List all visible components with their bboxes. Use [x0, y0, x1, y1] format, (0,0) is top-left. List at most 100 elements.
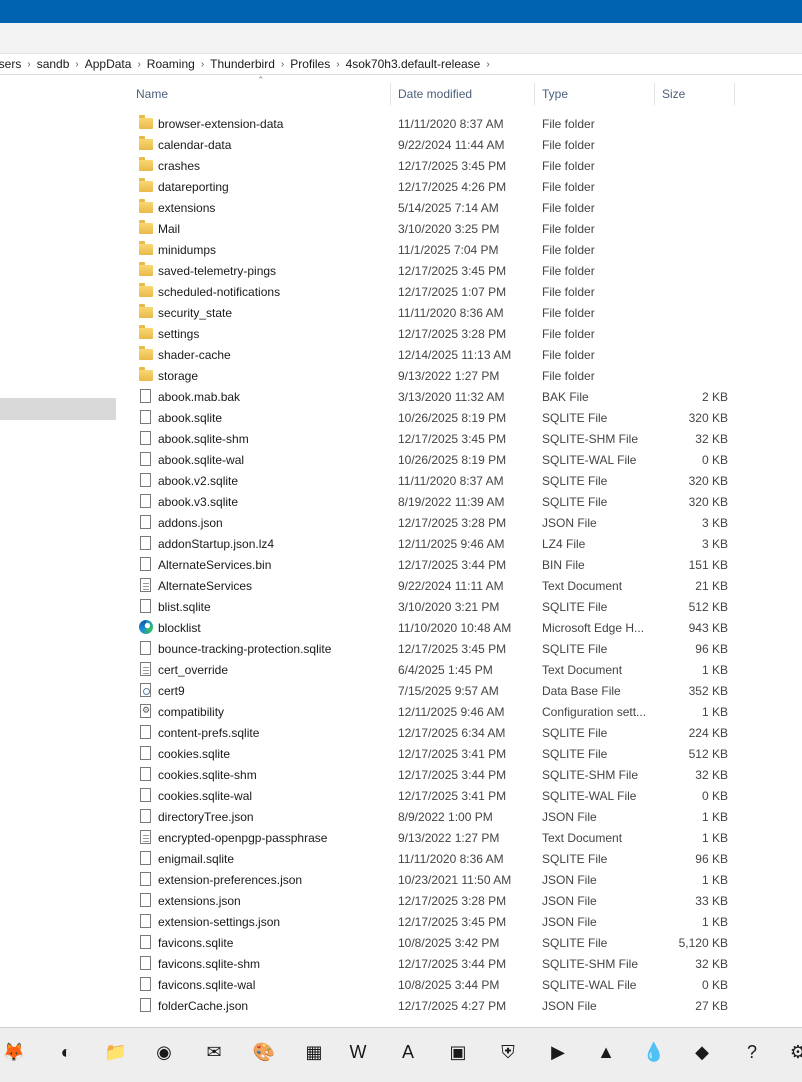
file-row[interactable]: abook.sqlite-wal 10/26/2025 8:19 PM SQLITE…	[116, 449, 802, 470]
file-row[interactable]: abook.sqlite 10/26/2025 8:19 PM SQLITE Fil…	[116, 407, 802, 428]
file-icon	[140, 998, 151, 1012]
paint-icon[interactable]: 🎨	[252, 1040, 276, 1064]
calculator-icon[interactable]: ▦	[302, 1040, 326, 1064]
file-row[interactable]: saved-telemetry-pings 12/17/2025 3:45 PM F…	[116, 260, 802, 281]
file-name: browser-extension-data	[158, 117, 284, 131]
file-icon	[140, 641, 151, 655]
file-row[interactable]: addonStartup.json.lz4 12/11/2025 9:46 AM L…	[116, 533, 802, 554]
column-date-modified[interactable]: Date modified	[398, 87, 472, 101]
address-bar[interactable]: Users›sandb›AppData›Roaming›Thunderbird›…	[0, 54, 802, 75]
file-row[interactable]: extensions.json 12/17/2025 3:28 PM JSON Fi…	[116, 890, 802, 911]
vlc-icon[interactable]: ▲	[594, 1040, 618, 1064]
breadcrumb-item[interactable]: Users	[0, 57, 25, 71]
file-row[interactable]: blocklist 11/10/2020 10:48 AM Microsoft Ed…	[116, 617, 802, 638]
file-row[interactable]: abook.sqlite-shm 12/17/2025 3:45 PM SQLITE…	[116, 428, 802, 449]
navigation-pane[interactable]	[0, 75, 116, 1015]
breadcrumb-chevron-icon[interactable]: ›	[279, 59, 286, 70]
breadcrumb-chevron-icon[interactable]: ›	[334, 59, 341, 70]
file-row[interactable]: shader-cache 12/14/2025 11:13 AM File fold…	[116, 344, 802, 365]
word-icon[interactable]: W	[346, 1040, 370, 1064]
file-row[interactable]: extensions 5/14/2025 7:14 AM File folder	[116, 197, 802, 218]
file-row[interactable]: abook.v2.sqlite 11/11/2020 8:37 AM SQLITE …	[116, 470, 802, 491]
certificate-icon	[140, 683, 151, 697]
thunderbird-icon[interactable]: ✉	[202, 1040, 226, 1064]
edge-icon[interactable]: ◐	[54, 1040, 78, 1064]
column-divider[interactable]	[654, 83, 655, 105]
file-list[interactable]: ⌃ Name Date modified Type Size browser-e…	[116, 75, 802, 1015]
help-icon[interactable]: ?	[740, 1040, 764, 1064]
file-row[interactable]: favicons.sqlite 10/8/2025 3:42 PM SQLITE F…	[116, 932, 802, 953]
file-row[interactable]: bounce-tracking-protection.sqlite 12/17/2…	[116, 638, 802, 659]
file-row[interactable]: cert9 7/15/2025 9:57 AM Data Base File 352 …	[116, 680, 802, 701]
file-row[interactable]: cert_override 6/4/2025 1:45 PM Text Docume…	[116, 659, 802, 680]
file-row[interactable]: Mail 3/10/2020 3:25 PM File folder	[116, 218, 802, 239]
file-row[interactable]: favicons.sqlite-shm 12/17/2025 3:44 PM SQL…	[116, 953, 802, 974]
nav-selected-item[interactable]	[0, 398, 116, 420]
file-row[interactable]: calendar-data 9/22/2024 11:44 AM File fold…	[116, 134, 802, 155]
breadcrumb-item[interactable]: Roaming	[143, 57, 199, 71]
breadcrumb-chevron-icon[interactable]: ›	[484, 59, 491, 70]
drop-icon[interactable]: 💧	[642, 1040, 666, 1064]
file-explorer-icon[interactable]: 📁	[104, 1040, 128, 1064]
file-icon	[140, 746, 151, 760]
file-row[interactable]: abook.v3.sqlite 8/19/2022 11:39 AM SQLITE …	[116, 491, 802, 512]
breadcrumb-item[interactable]: sandb	[33, 57, 74, 71]
breadcrumb-item[interactable]: AppData	[81, 57, 136, 71]
folder-icon	[139, 325, 153, 339]
file-row[interactable]: browser-extension-data 11/11/2020 8:37 AM…	[116, 113, 802, 134]
file-size: 96 KB	[695, 642, 728, 656]
file-row[interactable]: enigmail.sqlite 11/11/2020 8:36 AM SQLITE …	[116, 848, 802, 869]
shield-icon[interactable]: ⛨	[496, 1040, 520, 1064]
file-row[interactable]: content-prefs.sqlite 12/17/2025 6:34 AM SQ…	[116, 722, 802, 743]
firefox-icon[interactable]: 🦊	[2, 1040, 26, 1064]
file-row[interactable]: favicons.sqlite-wal 10/8/2025 3:44 PM SQLI…	[116, 974, 802, 995]
file-row[interactable]: datareporting 12/17/2025 4:26 PM File fold…	[116, 176, 802, 197]
inkscape-icon[interactable]: ◆	[690, 1040, 714, 1064]
file-row[interactable]: addons.json 12/17/2025 3:28 PM JSON File 3 …	[116, 512, 802, 533]
file-date: 12/17/2025 3:44 PM	[398, 957, 507, 971]
acrobat-icon[interactable]: A	[396, 1040, 420, 1064]
column-name[interactable]: Name	[136, 87, 168, 101]
file-row[interactable]: security_state 11/11/2020 8:36 AM File fol…	[116, 302, 802, 323]
file-row[interactable]: abook.mab.bak 3/13/2020 11:32 AM BAK File 2…	[116, 386, 802, 407]
column-divider[interactable]	[534, 83, 535, 105]
breadcrumb-item[interactable]: 4sok70h3.default-release	[342, 57, 485, 71]
file-icon	[140, 515, 151, 529]
file-icon	[140, 473, 151, 487]
gear-icon[interactable]: ⚙	[786, 1040, 802, 1064]
file-row[interactable]: storage 9/13/2022 1:27 PM File folder	[116, 365, 802, 386]
breadcrumb-item[interactable]: Profiles	[286, 57, 334, 71]
file-row[interactable]: cookies.sqlite 12/17/2025 3:41 PM SQLITE F…	[116, 743, 802, 764]
folder-icon	[139, 115, 153, 129]
file-row[interactable]: blist.sqlite 3/10/2020 3:21 PM SQLITE File…	[116, 596, 802, 617]
file-row[interactable]: encrypted-openpgp-passphrase 9/13/2022 1:…	[116, 827, 802, 848]
folder-icon	[139, 283, 153, 297]
file-row[interactable]: settings 12/17/2025 3:28 PM File folder	[116, 323, 802, 344]
breadcrumb-chevron-icon[interactable]: ›	[199, 59, 206, 70]
file-row[interactable]: extension-preferences.json 10/23/2021 11:…	[116, 869, 802, 890]
image-viewer-icon[interactable]: ▣	[446, 1040, 470, 1064]
file-row[interactable]: cookies.sqlite-shm 12/17/2025 3:44 PM SQLI…	[116, 764, 802, 785]
file-date: 12/17/2025 3:45 PM	[398, 264, 507, 278]
file-row[interactable]: AlternateServices.bin 12/17/2025 3:44 PM B…	[116, 554, 802, 575]
column-type[interactable]: Type	[542, 87, 568, 101]
terminal-icon[interactable]: ▶	[546, 1040, 570, 1064]
file-row[interactable]: extension-settings.json 12/17/2025 3:45 P…	[116, 911, 802, 932]
breadcrumb-chevron-icon[interactable]: ›	[135, 59, 142, 70]
file-row[interactable]: compatibility 12/11/2025 9:46 AM Configura…	[116, 701, 802, 722]
column-divider[interactable]	[390, 83, 391, 105]
file-row[interactable]: crashes 12/17/2025 3:45 PM File folder	[116, 155, 802, 176]
file-name: extensions	[158, 201, 216, 215]
column-size[interactable]: Size	[662, 87, 685, 101]
breadcrumb-chevron-icon[interactable]: ›	[25, 59, 32, 70]
file-row[interactable]: AlternateServices 9/22/2024 11:11 AM Text …	[116, 575, 802, 596]
file-row[interactable]: minidumps 11/1/2025 7:04 PM File folder	[116, 239, 802, 260]
breadcrumb-item[interactable]: Thunderbird	[206, 57, 279, 71]
file-row[interactable]: directoryTree.json 8/9/2022 1:00 PM JSON F…	[116, 806, 802, 827]
column-divider[interactable]	[734, 83, 735, 105]
file-row[interactable]: scheduled-notifications 12/17/2025 1:07 P…	[116, 281, 802, 302]
chrome-icon[interactable]: ◉	[152, 1040, 176, 1064]
file-row[interactable]: folderCache.json 12/17/2025 4:27 PM JSON F…	[116, 995, 802, 1016]
file-row[interactable]: cookies.sqlite-wal 12/17/2025 3:41 PM SQLI…	[116, 785, 802, 806]
breadcrumb-chevron-icon[interactable]: ›	[73, 59, 80, 70]
